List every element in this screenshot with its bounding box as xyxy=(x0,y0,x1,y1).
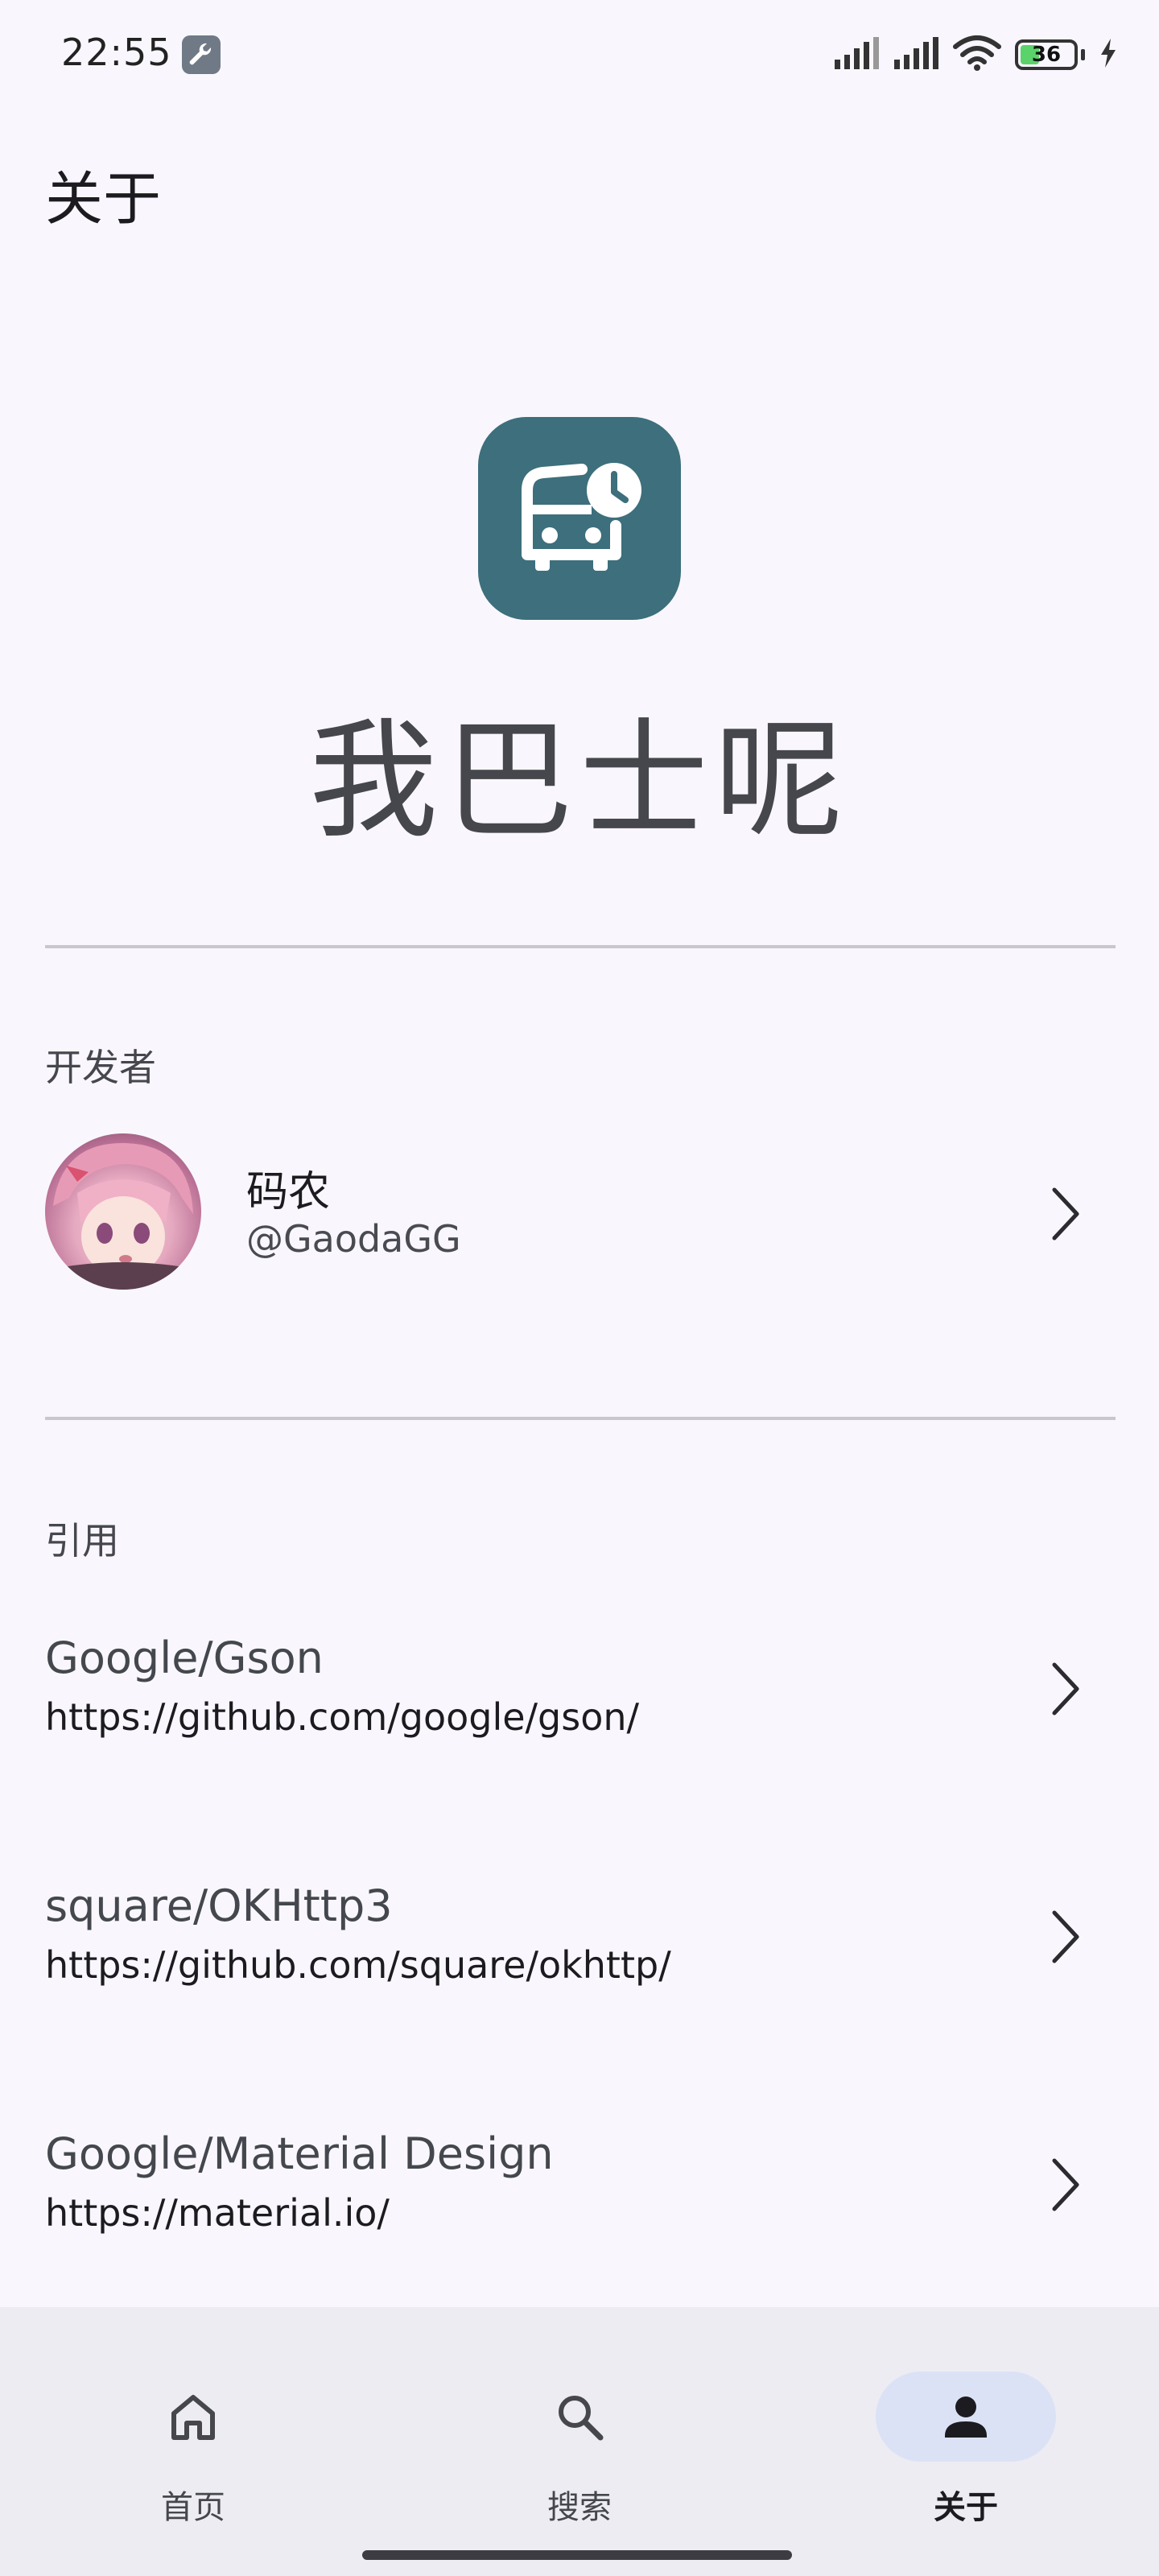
divider xyxy=(45,945,1116,948)
battery-icon: 36 xyxy=(1015,39,1078,70)
developer-name: 码农 xyxy=(246,1168,331,1216)
reference-item-material[interactable]: Google/Material Design https://material.… xyxy=(0,2128,1159,2289)
divider xyxy=(45,1417,1116,1420)
home-icon xyxy=(164,2388,222,2446)
bus-clock-icon xyxy=(478,417,681,620)
page-title: 关于 xyxy=(45,165,162,233)
nav-label-home: 首页 xyxy=(161,2489,225,2526)
chevron-right-icon xyxy=(1040,1905,1088,1969)
nav-item-home[interactable]: 首页 xyxy=(72,2339,314,2526)
wrench-icon xyxy=(182,35,221,74)
battery-cap xyxy=(1081,49,1085,60)
developer-section-label: 开发者 xyxy=(45,1046,156,1089)
reference-title: Google/Gson xyxy=(45,1633,324,1683)
nav-label-search: 搜索 xyxy=(547,2489,612,2526)
nav-item-about[interactable]: 关于 xyxy=(845,2339,1087,2526)
home-indicator[interactable] xyxy=(362,2550,792,2560)
status-icons: 36 xyxy=(833,32,1119,77)
status-time: 22:55 xyxy=(61,31,172,74)
status-bar: 22:55 36 xyxy=(0,0,1159,108)
search-icon xyxy=(551,2388,608,2446)
reference-item-gson[interactable]: Google/Gson https://github.com/google/gs… xyxy=(0,1633,1159,1794)
chevron-right-icon xyxy=(1040,2153,1088,2217)
chevron-right-icon xyxy=(1040,1657,1088,1721)
reference-url: https://github.com/google/gson/ xyxy=(45,1695,639,1739)
developer-handle: @GaodaGG xyxy=(246,1217,461,1261)
bottom-navigation: 首页 搜索 关于 xyxy=(0,2307,1159,2576)
signal-icon xyxy=(833,35,880,74)
reference-url: https://material.io/ xyxy=(45,2191,390,2235)
signal-icon xyxy=(893,35,939,74)
nav-item-search[interactable]: 搜索 xyxy=(459,2339,700,2526)
reference-url: https://github.com/square/okhttp/ xyxy=(45,1943,671,1987)
app-name: 我巴士呢 xyxy=(308,705,850,856)
avatar xyxy=(45,1133,201,1290)
references-section-label: 引用 xyxy=(45,1519,119,1563)
developer-row[interactable]: 码农 @GaodaGG xyxy=(0,1127,1159,1304)
battery-level: 36 xyxy=(1031,43,1062,67)
charging-icon xyxy=(1098,37,1119,72)
reference-title: Google/Material Design xyxy=(45,2128,554,2179)
wifi-icon xyxy=(952,34,1002,76)
person-icon xyxy=(937,2388,995,2446)
reference-title: square/OKHttp3 xyxy=(45,1880,393,1931)
nav-label-about: 关于 xyxy=(934,2489,998,2526)
reference-item-okhttp[interactable]: square/OKHttp3 https://github.com/square… xyxy=(0,1880,1159,2041)
chevron-right-icon xyxy=(1040,1182,1088,1246)
